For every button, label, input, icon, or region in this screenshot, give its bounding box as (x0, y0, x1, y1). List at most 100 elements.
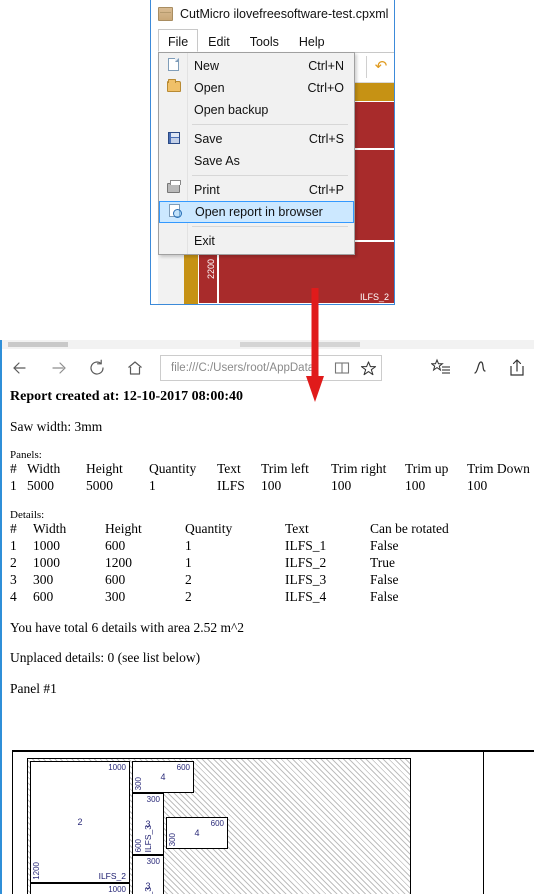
menubar-item-edit[interactable]: Edit (198, 29, 240, 52)
menu-item-label: New (194, 59, 220, 73)
menubar-item-help[interactable]: Help (289, 29, 335, 52)
menu-item-print[interactable]: Print Ctrl+P (159, 179, 354, 201)
toolbar-separator (366, 56, 367, 78)
browser-toolbar: file:///C:/Users/root/AppData/ (2, 349, 534, 387)
menu-item-save-as[interactable]: Save As (159, 150, 354, 172)
menu-item-open-report-in-browser[interactable]: Open report in browser (159, 201, 354, 223)
menu-item-label: Open backup (194, 103, 269, 117)
cut-label: ILFS_2 (98, 871, 126, 881)
panel-layout-diagram: 1000 1200 2 ILFS_2 1000 600 1 ILFS_1 (12, 750, 534, 894)
cell: 600 (105, 572, 126, 587)
edge-browser-window: file:///C:/Users/root/AppData/ Report cr… (0, 340, 534, 894)
report-search-icon (160, 202, 189, 222)
cut-piece: 300 600 3 ILFS_3 (132, 855, 164, 894)
menu-item-save[interactable]: Save Ctrl+S (159, 128, 354, 150)
details-heading: Details: (10, 509, 45, 521)
cut-width: 1000 (108, 885, 126, 894)
menu-item-open-backup[interactable]: Open backup (159, 99, 354, 121)
menu-icon-placeholder (159, 100, 188, 120)
total-details-line: You have total 6 details with area 2.52 … (10, 620, 245, 635)
printer-icon (159, 180, 188, 200)
panel-heading: Panel #1 (10, 681, 57, 696)
cut-label: ILFS_3 (143, 887, 153, 894)
cut-piece: 600 300 4 (166, 817, 228, 849)
share-icon[interactable] (498, 351, 534, 385)
menu-item-exit[interactable]: Exit (159, 230, 354, 252)
file-menu-dropdown[interactable]: New Ctrl+N Open Ctrl+O Open backup Save … (158, 52, 355, 255)
menu-item-shortcut: Ctrl+S (308, 132, 344, 146)
column-header: Width (33, 521, 67, 536)
table-header-row: # Width Height Quantity Text Trim left T… (10, 461, 530, 478)
menubar-item-file[interactable]: File (158, 29, 199, 52)
column-header: Height (105, 521, 142, 536)
cell: 1000 (33, 555, 60, 570)
cut-piece: 1000 1200 2 ILFS_2 (30, 761, 130, 883)
column-header: Trim right (331, 461, 387, 476)
menubar-item-tools[interactable]: Tools (240, 29, 289, 52)
menu-item-label: Print (194, 183, 220, 197)
cell: 600 (33, 589, 54, 604)
column-header: # (10, 461, 17, 476)
floppy-disk-icon (159, 129, 188, 149)
cell: 600 (105, 538, 126, 553)
back-arrow-icon[interactable] (2, 351, 40, 385)
cell: 1 (10, 478, 17, 493)
menu-icon-placeholder (159, 231, 188, 251)
cell: 4 (10, 589, 17, 604)
menu-item-shortcut: Ctrl+N (308, 59, 344, 73)
cell: 2 (185, 589, 192, 604)
table-header-row: # Width Height Quantity Text Can be rota… (10, 521, 449, 538)
cell: 2 (10, 555, 17, 570)
menu-item-shortcut: Ctrl+P (308, 183, 344, 197)
cut-height: 1200 (32, 862, 41, 880)
cell: 1 (185, 538, 192, 553)
redo-arrow-icon[interactable]: ↷ (392, 59, 395, 75)
browser-tab[interactable] (8, 342, 68, 347)
box-icon (158, 7, 173, 21)
undo-arrow-icon[interactable]: ↶ (373, 59, 389, 75)
app-menubar: File Edit Tools Help (158, 29, 394, 53)
menu-item-label: Open report in browser (195, 205, 323, 219)
cell: 100 (405, 478, 426, 493)
menu-item-label: Save As (194, 154, 240, 168)
cut-index: 4 (194, 828, 200, 838)
cell: 1 (185, 555, 192, 570)
menu-item-open[interactable]: Open Ctrl+O (159, 77, 354, 99)
column-header: Quantity (149, 461, 197, 476)
hub-icon[interactable] (422, 351, 460, 385)
home-icon[interactable] (116, 351, 154, 385)
cell: ILFS_1 (285, 538, 327, 553)
menu-item-new[interactable]: New Ctrl+N (159, 55, 354, 77)
address-bar[interactable]: file:///C:/Users/root/AppData/ (160, 355, 382, 381)
column-header: Width (27, 461, 61, 476)
menu-item-label: Open (194, 81, 225, 95)
details-table: # Width Height Quantity Text Can be rota… (10, 521, 449, 606)
cell: ILFS_3 (285, 572, 327, 587)
table-row: 3 300 600 2 ILFS_3 False (10, 572, 449, 589)
open-folder-icon (159, 78, 188, 98)
cut-width: 300 (146, 857, 160, 866)
menu-icon-placeholder (159, 151, 188, 171)
table-row: 2 1000 1200 1 ILFS_2 True (10, 555, 449, 572)
cell: ILFS_2 (285, 555, 327, 570)
refresh-icon[interactable] (78, 351, 116, 385)
column-header: # (10, 521, 17, 536)
column-header: Trim Down (467, 461, 530, 476)
pen-icon[interactable] (460, 351, 498, 385)
canvas-dim: 2200 (206, 259, 216, 280)
screenshot-root: CutMicro ilovefreesoftware-test.cpxml Fi… (0, 0, 534, 894)
address-input[interactable]: file:///C:/Users/root/AppData/ (161, 362, 329, 374)
browser-tabstrip[interactable] (2, 340, 534, 349)
star-icon[interactable] (355, 356, 381, 380)
cell: ILFS (217, 478, 245, 493)
menu-item-label: Save (194, 132, 223, 146)
browser-tab[interactable] (240, 342, 360, 347)
column-header: Text (217, 461, 241, 476)
cut-label: ILFS_3 (143, 824, 153, 852)
reading-view-icon[interactable] (329, 356, 355, 380)
forward-arrow-icon[interactable] (40, 351, 78, 385)
column-header: Trim left (261, 461, 309, 476)
column-header: Height (86, 461, 123, 476)
cell: 3 (10, 572, 17, 587)
down-arrow-annotation (306, 288, 324, 402)
